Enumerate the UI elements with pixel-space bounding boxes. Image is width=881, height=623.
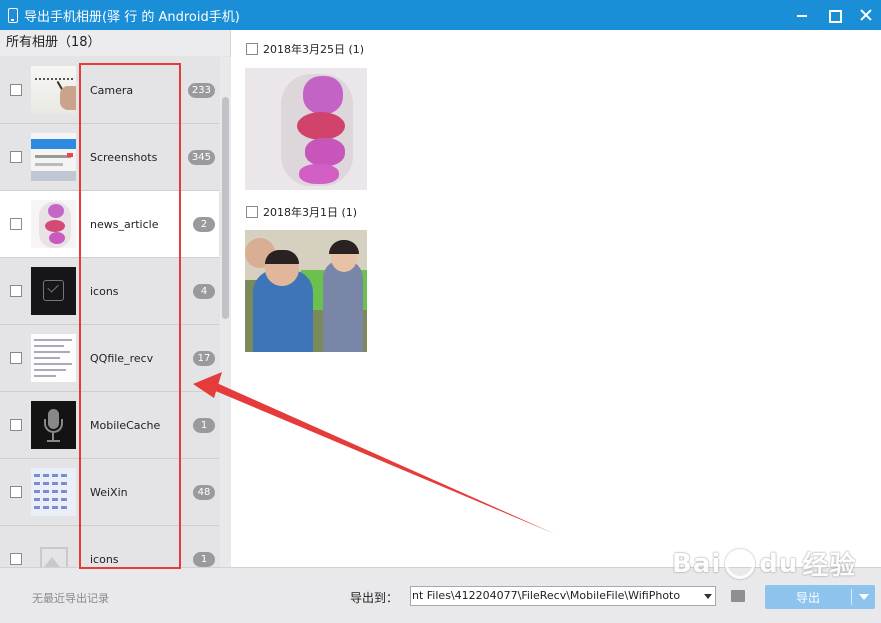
minimize-button[interactable] xyxy=(795,8,809,22)
album-count-badge: 233 xyxy=(187,83,215,98)
album-count-badge: 1 xyxy=(193,552,215,567)
watermark-brand: Bai xyxy=(672,548,722,579)
photo-panel: 2018年3月25日 (1) 2018年3月1日 (1) xyxy=(232,30,881,567)
album-thumbnail xyxy=(31,468,76,516)
album-checkbox[interactable] xyxy=(10,352,22,364)
album-count-badge: 1 xyxy=(193,418,215,433)
album-count-badge: 2 xyxy=(193,217,215,232)
button-divider xyxy=(851,589,852,605)
maximize-button[interactable] xyxy=(827,8,842,23)
album-checkbox[interactable] xyxy=(10,84,22,96)
check-box-icon xyxy=(31,267,76,315)
scrollbar-thumb[interactable] xyxy=(222,97,229,319)
album-name: icons xyxy=(90,553,119,566)
export-path-text: nt Files\412204077\FileRecv\MobileFile\W… xyxy=(412,589,681,602)
date-checkbox[interactable] xyxy=(246,43,258,55)
photo-thumbnail[interactable] xyxy=(245,230,367,352)
album-thumbnail xyxy=(31,200,76,248)
album-panel-header: 所有相册（18） xyxy=(0,30,230,56)
export-history-text: 无最近导出记录 xyxy=(32,592,109,605)
album-checkbox[interactable] xyxy=(10,218,22,230)
album-panel: 所有相册（18） Camera 233 Screenshots 345 news… xyxy=(0,30,231,567)
paw-icon xyxy=(725,548,756,579)
album-thumbnail xyxy=(31,334,76,382)
album-name: Screenshots xyxy=(90,151,158,164)
album-item-mobilecache[interactable]: MobileCache 1 xyxy=(0,392,219,459)
album-checkbox[interactable] xyxy=(10,486,22,498)
date-checkbox[interactable] xyxy=(246,206,258,218)
album-thumbnail xyxy=(31,66,76,114)
album-name: WeiXin xyxy=(90,486,128,499)
album-checkbox[interactable] xyxy=(10,285,22,297)
album-name: MobileCache xyxy=(90,419,161,432)
date-label: 2018年3月25日 (1) xyxy=(263,43,365,56)
album-name: icons xyxy=(90,285,119,298)
album-checkbox[interactable] xyxy=(10,151,22,163)
export-path-dropdown[interactable]: nt Files\412204077\FileRecv\MobileFile\W… xyxy=(410,586,716,606)
album-name: QQfile_recv xyxy=(90,352,154,365)
album-checkbox[interactable] xyxy=(10,419,22,431)
album-scrollbar[interactable] xyxy=(220,57,231,567)
photo-thumbnail[interactable] xyxy=(245,68,367,190)
album-count-badge: 17 xyxy=(193,351,215,366)
close-button[interactable] xyxy=(859,8,873,22)
baidu-watermark: Bai du 经验 xyxy=(672,545,856,582)
date-group: 2018年3月1日 (1) xyxy=(246,203,357,221)
export-button[interactable]: 导出 xyxy=(765,585,875,609)
watermark-brand-2: du xyxy=(759,548,799,579)
image-placeholder-icon xyxy=(31,535,76,567)
dropdown-arrow-icon[interactable] xyxy=(704,594,712,599)
album-thumbnail xyxy=(31,133,76,181)
date-header[interactable]: 2018年3月25日 (1) xyxy=(246,40,364,58)
title-bar: 导出手机相册(驿 行 的 Android手机) xyxy=(0,0,881,30)
album-count-badge: 4 xyxy=(193,284,215,299)
album-item-icons[interactable]: icons 4 xyxy=(0,258,219,325)
album-list: Camera 233 Screenshots 345 news_article … xyxy=(0,57,219,567)
album-name: news_article xyxy=(90,218,159,231)
watermark-suffix: 经验 xyxy=(802,551,857,581)
album-count-badge: 48 xyxy=(193,485,215,500)
album-item-icons-2[interactable]: icons 1 xyxy=(0,526,219,567)
album-checkbox[interactable] xyxy=(10,553,22,565)
album-item-screenshots[interactable]: Screenshots 345 xyxy=(0,124,219,191)
export-options-arrow-icon[interactable] xyxy=(859,594,869,600)
album-item-camera[interactable]: Camera 233 xyxy=(0,57,219,124)
album-item-news-article[interactable]: news_article 2 xyxy=(0,191,219,258)
album-item-qqfile-recv[interactable]: QQfile_recv 17 xyxy=(0,325,219,392)
date-label: 2018年3月1日 (1) xyxy=(263,206,358,219)
date-group: 2018年3月25日 (1) xyxy=(246,40,364,58)
folder-icon[interactable] xyxy=(731,590,745,602)
album-item-weixin[interactable]: WeiXin 48 xyxy=(0,459,219,526)
microphone-icon xyxy=(31,401,76,449)
album-name: Camera xyxy=(90,84,134,97)
export-to-label: 导出到： xyxy=(350,591,399,605)
window-controls xyxy=(795,0,873,30)
phone-icon xyxy=(8,7,18,23)
export-button-label: 导出 xyxy=(795,590,820,605)
date-header[interactable]: 2018年3月1日 (1) xyxy=(246,203,357,221)
album-count-badge: 345 xyxy=(187,150,215,165)
window-title: 导出手机相册(驿 行 的 Android手机) xyxy=(24,9,240,25)
